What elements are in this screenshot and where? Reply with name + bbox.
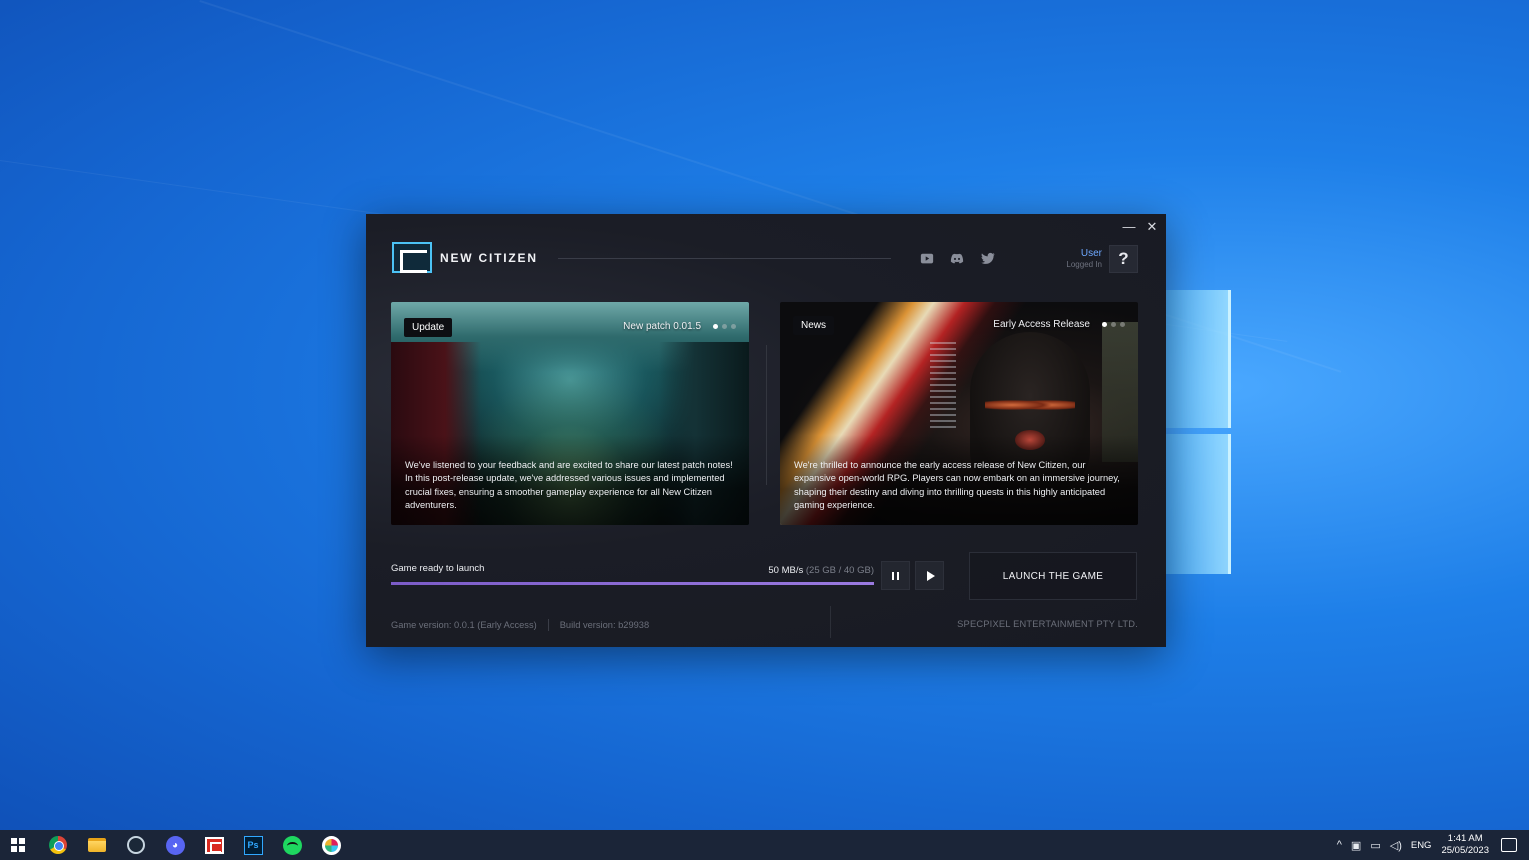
launcher-window: — ✕ NEW CITIZEN User Logged In ? Update … xyxy=(366,214,1166,647)
progress-bar xyxy=(391,582,874,585)
card-image-code xyxy=(930,342,956,432)
card-text: We're thrilled to announce the early acc… xyxy=(794,459,1120,511)
footer-divider xyxy=(830,606,831,638)
twitter-icon[interactable] xyxy=(980,251,996,265)
taskbar: ◕ Ps ^ ▣ ▭ ◁) ENG 1:41 AM 25/05/2023 xyxy=(0,830,1529,860)
user-info[interactable]: User Logged In xyxy=(1026,248,1102,269)
network-icon[interactable]: ▭ xyxy=(1370,839,1380,852)
play-button[interactable] xyxy=(915,561,944,590)
card-title: New patch 0.01.5 xyxy=(623,321,701,332)
update-card[interactable]: Update New patch 0.01.5 We've listened t… xyxy=(391,302,749,525)
photoshop-icon[interactable]: Ps xyxy=(243,835,263,855)
brand-name: NEW CITIZEN xyxy=(440,250,538,265)
carousel-dot[interactable] xyxy=(731,324,736,329)
carousel-dot[interactable] xyxy=(713,324,718,329)
security-icon[interactable]: ▣ xyxy=(1351,839,1361,852)
download-size: (25 GB / 40 GB) xyxy=(805,565,874,576)
discord-icon[interactable] xyxy=(949,251,965,265)
volume-icon[interactable]: ◁) xyxy=(1390,839,1402,852)
tray-chevron-icon[interactable]: ^ xyxy=(1337,839,1342,851)
carousel-dot[interactable] xyxy=(1111,322,1116,327)
chrome-icon[interactable] xyxy=(48,835,68,855)
progress-fill xyxy=(391,582,874,585)
publisher-name: SPECPIXEL ENTERTAINMENT PTY LTD. xyxy=(957,619,1138,629)
carousel-dot[interactable] xyxy=(722,324,727,329)
brand: NEW CITIZEN xyxy=(392,242,538,273)
footer-separator xyxy=(547,619,549,631)
new-citizen-logo-icon xyxy=(392,242,432,273)
card-header: Early Access Release xyxy=(993,319,1125,330)
card-text: We've listened to your feedback and are … xyxy=(405,459,733,511)
clock-time: 1:41 AM xyxy=(1447,833,1483,844)
download-status: Game ready to launch xyxy=(391,563,485,574)
input-language[interactable]: ENG xyxy=(1411,840,1432,851)
close-button[interactable]: ✕ xyxy=(1141,218,1163,236)
new-citizen-icon[interactable] xyxy=(204,835,224,855)
photoshop-label: Ps xyxy=(243,835,263,855)
system-tray: ^ ▣ ▭ ◁) ENG 1:41 AM 25/05/2023 xyxy=(1337,830,1529,860)
discord-icon[interactable]: ◕ xyxy=(165,835,185,855)
launch-game-button[interactable]: LAUNCH THE GAME xyxy=(969,552,1137,600)
card-badge: Update xyxy=(404,318,453,337)
youtube-icon[interactable] xyxy=(919,251,935,265)
minimize-button[interactable]: — xyxy=(1118,218,1140,236)
slack-icon[interactable] xyxy=(321,835,341,855)
card-image-eyes xyxy=(985,397,1075,413)
windows-logo xyxy=(1165,290,1231,574)
start-icon[interactable] xyxy=(8,835,28,855)
carousel-dot[interactable] xyxy=(1102,322,1107,327)
speed-value: 50 MB/s xyxy=(768,565,804,576)
header-divider xyxy=(558,258,891,259)
help-button[interactable]: ? xyxy=(1109,245,1138,273)
card-header: New patch 0.01.5 xyxy=(623,321,736,332)
play-icon xyxy=(926,570,935,581)
user-status: Logged In xyxy=(1066,260,1102,269)
build-version: Build version: b29938 xyxy=(559,620,650,630)
file-explorer-icon[interactable] xyxy=(87,835,107,855)
spotify-icon[interactable] xyxy=(282,835,302,855)
pause-icon xyxy=(892,571,899,580)
news-card[interactable]: News Early Access Release We're thrilled… xyxy=(780,302,1138,525)
card-divider xyxy=(766,345,767,485)
game-version: Game version: 0.0.1 (Early Access) xyxy=(391,620,537,630)
notification-icon[interactable] xyxy=(1501,838,1517,852)
user-name: User xyxy=(1080,248,1102,259)
clock-date: 25/05/2023 xyxy=(1441,845,1489,856)
carousel-dot[interactable] xyxy=(1120,322,1125,327)
footer-versions: Game version: 0.0.1 (Early Access) Build… xyxy=(391,619,649,631)
steam-icon[interactable] xyxy=(126,835,146,855)
card-title: Early Access Release xyxy=(993,319,1090,330)
card-badge: News xyxy=(793,316,835,335)
pause-button[interactable] xyxy=(881,561,910,590)
clock[interactable]: 1:41 AM 25/05/2023 xyxy=(1441,833,1489,857)
download-speed: 50 MB/s (25 GB / 40 GB) xyxy=(768,565,874,576)
